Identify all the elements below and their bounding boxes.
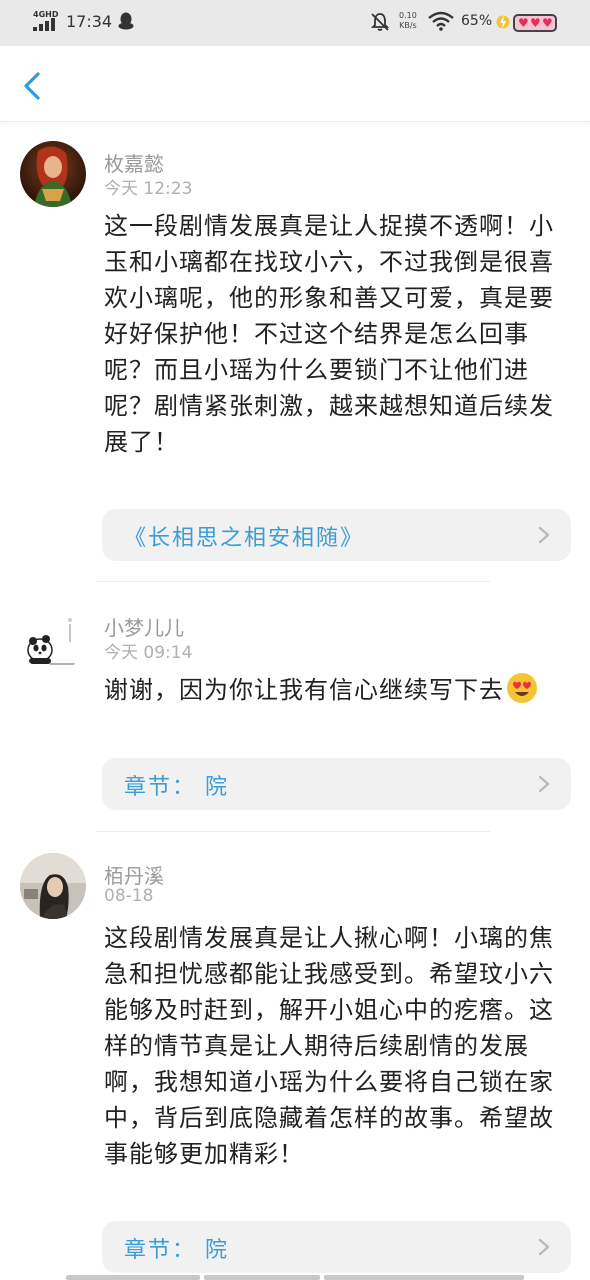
comment-item: 枚嘉懿 今天 12:23 这一段剧情发展真是让人捉摸不透啊！小玉和小璃都在找玟小… — [0, 122, 590, 582]
panda-avatar-image — [20, 606, 86, 672]
bottom-edge — [0, 1275, 590, 1280]
speed-value: 0.10 — [399, 11, 417, 20]
chapter-link-card[interactable]: 章节： 院 — [102, 1221, 571, 1273]
chapter-link: 章节： 院 — [124, 1238, 229, 1263]
clock: 17:34 — [66, 12, 113, 31]
battery-percent: 65% — [461, 13, 493, 29]
top-header — [0, 46, 590, 122]
signal-icon — [33, 18, 57, 31]
qq-penguin-icon — [118, 12, 134, 30]
comment-text: 这一段剧情发展真是让人捉摸不透啊！小玉和小璃都在找玟小六，不过我倒是很喜欢小璃呢… — [104, 212, 554, 456]
back-chevron-icon[interactable] — [14, 66, 50, 106]
portrait-avatar-image — [20, 853, 86, 919]
comment-time: 今天 12:23 — [104, 179, 193, 199]
comment-username[interactable]: 栢丹溪 — [104, 860, 164, 889]
fantasy-character-avatar-image — [20, 141, 86, 207]
comment-time: 08-18 — [104, 886, 154, 906]
speed-unit: KB/s — [399, 21, 417, 30]
comment-item: 栢丹溪 08-18 这段剧情发展真是让人揪心啊！小璃的焦急和担忧感都能让我感受到… — [0, 832, 590, 1280]
chapter-link: 章节： 院 — [124, 775, 229, 800]
avatar[interactable] — [20, 853, 86, 919]
chapter-link-card[interactable]: 章节： 院 — [102, 758, 571, 810]
status-bar: 4GHD 17:34 0.10 KB/s 65% ♥ ♥ ♥ — [0, 0, 590, 46]
heart-eyes-emoji-icon — [507, 673, 537, 703]
comment-text: 谢谢，因为你让我有信心继续写下去 — [104, 672, 556, 708]
avatar[interactable] — [20, 141, 86, 207]
charging-bolt-icon — [496, 15, 510, 29]
comment-text-content: 谢谢，因为你让我有信心继续写下去 — [104, 676, 504, 704]
chevron-right-icon — [538, 526, 550, 544]
avatar[interactable] — [20, 606, 86, 672]
wifi-icon — [428, 11, 454, 31]
novel-title-link: 《长相思之相安相随》 — [124, 526, 365, 551]
mute-bell-icon — [370, 13, 390, 31]
battery-icon: ♥ ♥ ♥ — [513, 14, 557, 32]
chevron-right-icon — [538, 775, 550, 793]
chevron-right-icon — [538, 1238, 550, 1256]
comment-text: 这段剧情发展真是让人揪心啊！小璃的焦急和担忧感都能让我感受到。希望玟小六能够及时… — [104, 924, 554, 1168]
comment-username[interactable]: 枚嘉懿 — [104, 148, 164, 177]
comment-username[interactable]: 小梦儿儿 — [104, 612, 184, 641]
network-speed: 0.10 KB/s — [399, 11, 417, 31]
comment-time: 今天 09:14 — [104, 643, 193, 663]
comment-item: 小梦儿儿 今天 09:14 谢谢，因为你让我有信心继续写下去 章节： 院 — [0, 582, 590, 832]
novel-link-card[interactable]: 《长相思之相安相随》 — [102, 509, 571, 561]
